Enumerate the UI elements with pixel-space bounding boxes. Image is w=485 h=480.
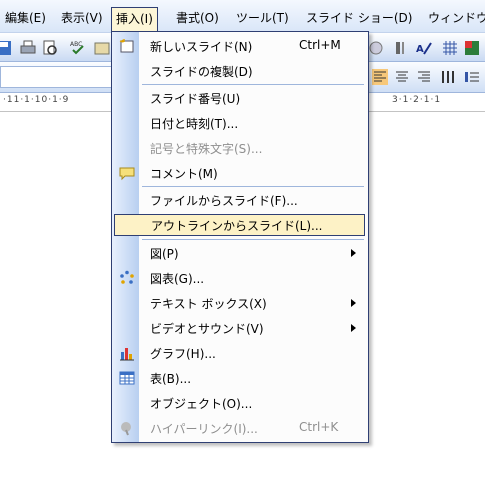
diagram-icon [120,270,134,284]
menu-item-label: オブジェクト(O)... [150,397,253,411]
menu-window[interactable]: ウィンドウ [426,9,485,27]
menu-tools[interactable]: ツール(T) [234,9,291,27]
print-preview-icon[interactable] [42,40,58,56]
color-icon[interactable] [464,40,480,56]
ruler-right-marks: 3·1·2·1·1 [392,95,442,105]
menu-item-label: コメント(M) [150,167,218,181]
menu-item-slides-from-file[interactable]: ファイルからスライド(F)... [113,189,365,211]
menu-item-label: テキスト ボックス(X) [150,297,267,311]
menu-item-shortcut: Ctrl+K [299,420,339,434]
menu-item-hyperlink: ハイパーリンク(I)... Ctrl+K [113,417,365,439]
new-slide-icon [119,39,134,53]
columns-icon[interactable] [440,69,456,85]
ruler-left-marks: ·11·1·10·1·9 [3,95,70,105]
align-center-icon[interactable] [394,69,410,85]
menu-item-label: グラフ(H)... [150,347,216,361]
print-icon[interactable] [20,40,36,56]
svg-text:A: A [416,44,424,55]
menu-item-symbol: 記号と特殊文字(S)... [113,137,365,159]
svg-text:ABC: ABC [70,41,82,48]
submenu-arrow-icon [351,324,356,332]
menu-item-label: ビデオとサウンド(V) [150,322,264,336]
menu-item-table[interactable]: 表(B)... [113,367,365,389]
menu-separator [142,186,364,187]
menu-item-diagram[interactable]: 図表(G)... [113,267,365,289]
numbering-icon[interactable] [464,69,480,85]
hyperlink-icon [121,422,131,436]
menu-item-new-slide[interactable]: 新しいスライド(N) Ctrl+M [113,35,365,57]
menu-item-label: スライド番号(U) [150,92,241,106]
research-icon[interactable] [94,40,110,56]
menu-item-label: 記号と特殊文字(S)... [150,142,263,156]
menu-item-chart[interactable]: グラフ(H)... [113,342,365,364]
menu-separator [142,239,364,240]
menu-item-duplicate-slide[interactable]: スライドの複製(D) [113,60,365,82]
menu-bar: 編集(E) 表示(V) 挿入(I) 書式(O) ツール(T) スライド ショー(… [0,0,485,33]
menu-item-shortcut: Ctrl+M [299,38,341,52]
menu-item-label: 表(B)... [150,372,192,386]
zoom-icon[interactable] [368,40,384,56]
menu-slideshow[interactable]: スライド ショー(D) [304,9,414,27]
align-left-icon[interactable] [372,69,388,85]
grid-icon[interactable] [442,40,458,56]
menu-item-text-box[interactable]: テキスト ボックス(X) [113,292,365,314]
save-icon[interactable] [0,40,12,56]
spelling-icon[interactable]: ABC [70,39,86,55]
align-right-icon[interactable] [416,69,432,85]
show-formatting-icon[interactable] [394,40,410,56]
submenu-arrow-icon [351,249,356,257]
menu-item-label: アウトラインからスライド(L)... [151,219,323,233]
menu-item-date-time[interactable]: 日付と時刻(T)... [113,112,365,134]
menu-item-label: ファイルからスライド(F)... [150,194,298,208]
menu-separator [142,84,364,85]
menu-item-label: 図(P) [150,247,179,261]
menu-item-movies-sounds[interactable]: ビデオとサウンド(V) [113,317,365,339]
menu-item-label: ハイパーリンク(I)... [150,422,258,436]
menu-item-comment[interactable]: コメント(M) [113,162,365,184]
menu-insert[interactable]: 挿入(I) [111,7,158,32]
font-name-box[interactable] [0,66,112,88]
menu-item-picture[interactable]: 図(P) [113,242,365,264]
insert-menu: 新しいスライド(N) Ctrl+M スライドの複製(D) スライド番号(U) 日… [111,31,369,443]
menu-item-label: 日付と時刻(T)... [150,117,239,131]
comment-icon [119,167,135,181]
menu-item-label: 図表(G)... [150,272,205,286]
menu-item-label: 新しいスライド(N) [150,40,253,54]
chart-icon [120,348,134,361]
menu-view[interactable]: 表示(V) [59,9,105,27]
table-icon [119,371,135,385]
menu-item-slide-number[interactable]: スライド番号(U) [113,87,365,109]
menu-item-object[interactable]: オブジェクト(O)... [113,392,365,414]
menu-item-slides-from-outline[interactable]: アウトラインからスライド(L)... [114,214,365,236]
grid-text-icon[interactable]: A [416,40,432,56]
menu-format[interactable]: 書式(O) [174,9,221,27]
submenu-arrow-icon [351,299,356,307]
menu-item-label: スライドの複製(D) [150,65,253,79]
menu-edit[interactable]: 編集(E) [3,9,48,27]
